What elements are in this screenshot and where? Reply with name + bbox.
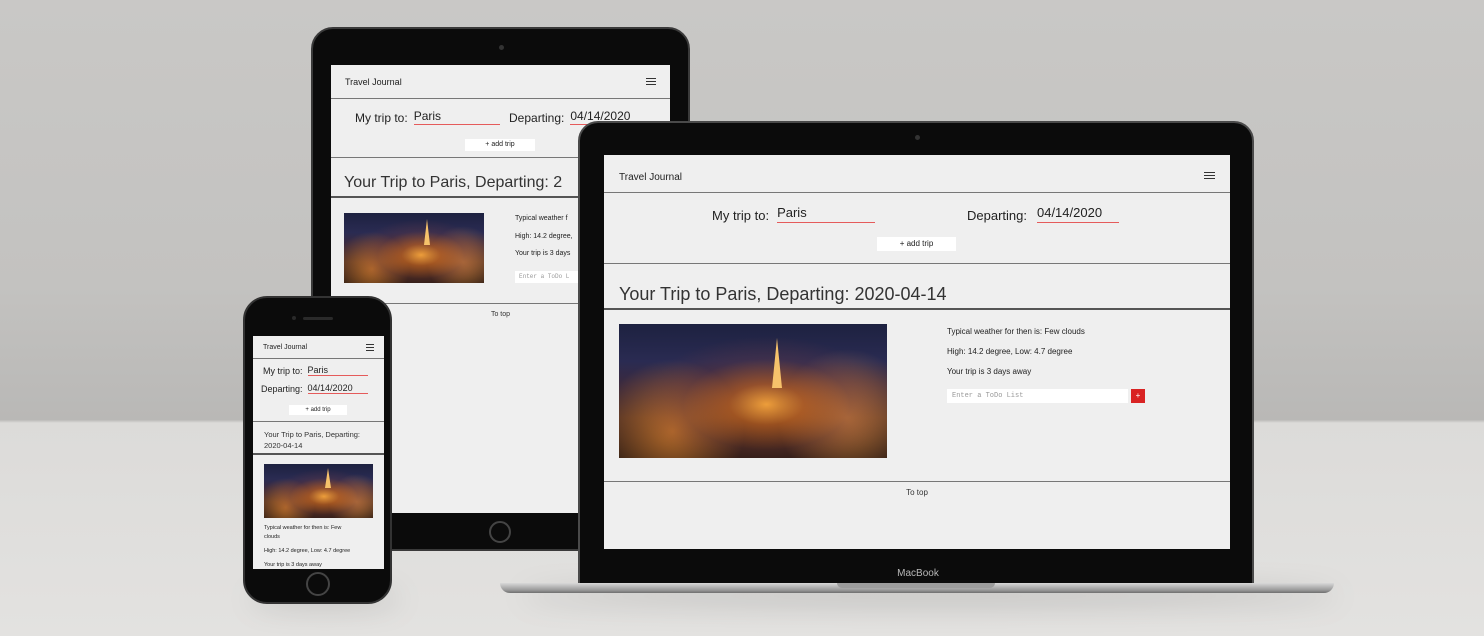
add-trip-button[interactable]: + add trip	[465, 139, 535, 151]
destination-label: My trip to:	[712, 208, 770, 223]
phone-speaker	[303, 317, 333, 320]
app-title[interactable]: Travel Journal	[263, 344, 307, 351]
trip-heading: Your Trip to Paris, Departing: 2020-04-1…	[253, 422, 384, 455]
destination-label: My trip to:	[263, 366, 303, 376]
trip-form: My trip to: Paris Departing: 04/14/2020 …	[604, 193, 1230, 264]
trip-heading-line-2: 2020-04-14	[264, 441, 303, 450]
paris-photo	[619, 324, 887, 458]
paris-photo	[344, 213, 484, 283]
phone-camera	[292, 316, 296, 320]
destination-label: My trip to:	[355, 111, 408, 125]
laptop-camera	[915, 135, 920, 140]
date-label: Departing:	[967, 208, 1027, 223]
temperature-text: High: 14.2 degree, Low: 4.7 degree	[947, 347, 1073, 356]
weather-text-line-2: clouds	[264, 534, 280, 540]
weather-text: Typical weather for then is: Few clouds	[947, 327, 1085, 336]
hamburger-menu-icon[interactable]	[646, 76, 656, 87]
add-todo-button[interactable]: +	[1131, 389, 1145, 403]
add-trip-button[interactable]: + add trip	[877, 237, 956, 251]
temperature-text: High: 14.2 degree, Low: 4.7 degree	[264, 548, 351, 554]
countdown-text: Your trip is 3 days away	[947, 367, 1032, 376]
laptop-brand-label: MacBook	[897, 568, 939, 579]
paris-photo	[264, 464, 373, 518]
date-label: Departing:	[509, 111, 565, 125]
phone-screen: Travel Journal My trip to: Paris Departi…	[253, 336, 384, 569]
destination-input[interactable]: Paris	[777, 205, 876, 223]
hamburger-menu-icon[interactable]	[366, 342, 374, 353]
phone-device: Travel Journal My trip to: Paris Departi…	[243, 296, 392, 604]
tablet-home-button[interactable]	[489, 521, 511, 543]
countdown-text: Your trip is 3 days away	[264, 562, 322, 568]
to-top-link[interactable]: To top	[604, 488, 1230, 497]
countdown-text: Your trip is 3 days	[515, 250, 571, 257]
weather-text: Typical weather for then is: Few clouds	[264, 524, 341, 542]
laptop-screen: Travel Journal My trip to: Paris Departi…	[604, 155, 1230, 549]
tablet-camera	[499, 45, 504, 50]
trip-heading-line-1: Your Trip to Paris, Departing:	[264, 430, 361, 439]
laptop-lid: Travel Journal My trip to: Paris Departi…	[578, 121, 1254, 585]
date-label: Departing:	[261, 384, 303, 394]
weather-text-line-1: Typical weather for then is: Few	[264, 525, 342, 531]
destination-input[interactable]: Paris	[413, 109, 500, 125]
trip-heading: Your Trip to Paris, Departing: 2020-04-1…	[604, 284, 1230, 310]
todo-input[interactable]: Enter a ToDo List	[947, 389, 1128, 403]
phone-home-button[interactable]	[306, 572, 330, 596]
app-title[interactable]: Travel Journal	[345, 77, 402, 87]
date-input[interactable]: 04/14/2020	[307, 383, 368, 394]
date-input[interactable]: 04/14/2020	[1036, 205, 1119, 223]
navbar: Travel Journal	[253, 336, 384, 359]
hamburger-menu-icon[interactable]	[1204, 170, 1215, 181]
laptop-notch	[837, 583, 995, 588]
navbar: Travel Journal	[604, 155, 1230, 193]
add-trip-button[interactable]: + add trip	[289, 405, 347, 415]
destination-input[interactable]: Paris	[307, 365, 368, 376]
trip-form: My trip to: Paris Departing: 04/14/2020 …	[253, 359, 384, 422]
footer-divider	[604, 481, 1230, 482]
app-title[interactable]: Travel Journal	[619, 172, 682, 183]
navbar: Travel Journal	[331, 65, 670, 99]
temperature-text: High: 14.2 degree,	[515, 233, 573, 240]
weather-text: Typical weather f	[515, 215, 568, 222]
